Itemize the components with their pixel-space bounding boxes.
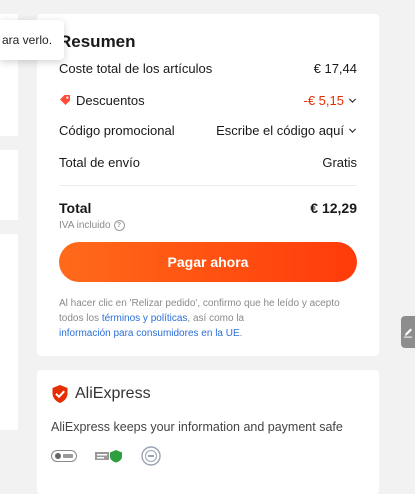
legal-text-3: . [239,328,243,339]
aliexpress-brand: AliExpress [51,384,151,404]
total-label: Total [59,200,92,216]
trust-text: AliExpress keeps your information and pa… [51,420,343,434]
vat-note: IVA incluido ? [59,220,125,231]
total-row: Total € 12,29 [59,200,357,216]
order-summary-card: Resumen Coste total de los artículos € 1… [37,14,379,356]
discounts-value: -€ 5,15 [303,92,344,108]
left-card [0,150,18,220]
legal-text-2: , así como la [187,313,245,324]
left-card [0,234,18,430]
legal-notice: Al hacer clic en 'Relizar pedido', confi… [59,296,359,341]
divider [59,185,357,186]
trust-card: AliExpress AliExpress keeps your informa… [37,370,379,494]
tooltip: ara verlo. [0,20,64,60]
tooltip-text: ara verlo. [2,33,53,47]
terms-link[interactable]: términos y políticas [102,313,188,324]
brand-name: AliExpress [75,385,151,402]
discounts-label: Descuentos [76,92,145,108]
chevron-down-icon[interactable] [348,96,357,105]
security-badge-icon [51,450,77,462]
subtotal-value: € 17,44 [313,60,357,76]
subtotal-row: Coste total de los artículos € 17,44 [59,58,357,78]
vat-note-text: IVA incluido [59,220,111,231]
aliexpress-shield-logo [52,385,68,403]
shipping-label: Total de envío [59,154,140,170]
chevron-down-icon[interactable] [348,126,357,135]
promo-code-input-prompt[interactable]: Escribe el código aquí [216,123,344,138]
promo-code-row[interactable]: Código promocional Escribe el código aqu… [59,120,357,140]
feedback-edit-icon [404,328,412,338]
discounts-row[interactable]: Descuentos -€ 5,15 [59,90,357,110]
pay-now-button[interactable]: Pagar ahora [59,242,357,282]
security-badge-icon [95,450,122,463]
summary-title: Resumen [59,32,136,51]
shipping-row: Total de envío Gratis [59,152,357,172]
security-badge-icon [141,446,161,466]
consumer-info-link[interactable]: información para consumidores en la UE [59,328,240,339]
subtotal-label: Coste total de los artículos [59,60,213,76]
security-badges [51,446,161,466]
coupon-tag-icon [60,95,70,105]
total-value: € 12,29 [310,200,357,216]
info-icon[interactable]: ? [113,220,125,231]
promo-code-label: Código promocional [59,122,175,138]
feedback-tab[interactable] [401,316,415,348]
shipping-value: Gratis [322,154,357,170]
